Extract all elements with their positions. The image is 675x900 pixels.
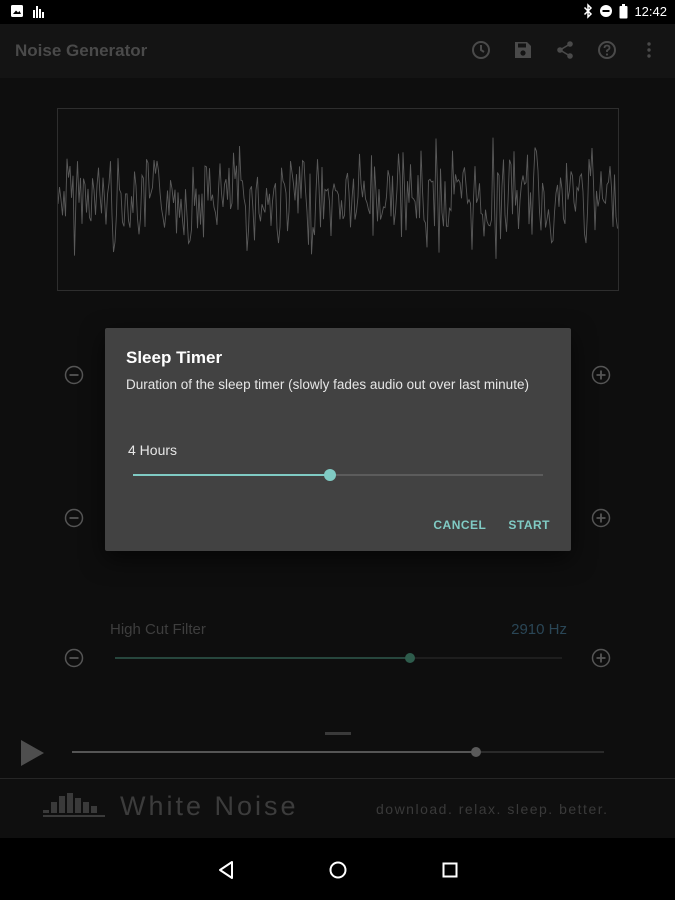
sleep-duration-thumb[interactable] — [323, 469, 336, 481]
playback-progress-bar[interactable] — [72, 747, 604, 757]
image-notification-icon — [11, 5, 23, 17]
start-button[interactable]: START — [508, 518, 550, 532]
back-button[interactable] — [214, 858, 238, 882]
save-button[interactable] — [511, 38, 535, 62]
play-button[interactable] — [18, 738, 46, 768]
back-icon — [219, 861, 233, 879]
sleep-duration-fill — [133, 474, 330, 476]
bluetooth-icon — [584, 3, 593, 19]
banner-title: White Noise — [120, 791, 299, 821]
decrease-button-2[interactable] — [64, 508, 84, 528]
filter-increase-button[interactable] — [591, 648, 611, 668]
battery-icon — [619, 3, 628, 18]
recents-icon — [442, 862, 458, 878]
status-time: 12:42 — [634, 3, 667, 19]
waveform-line — [57, 137, 618, 259]
more-vert-icon — [647, 42, 651, 58]
filter-slider-thumb[interactable] — [405, 653, 416, 663]
more-options-button[interactable] — [637, 38, 661, 62]
filter-slider[interactable] — [115, 653, 562, 663]
equalizer-notification-icon — [33, 6, 44, 18]
decrease-button-1[interactable] — [64, 365, 84, 385]
recents-button[interactable] — [438, 858, 462, 882]
help-icon — [598, 41, 616, 59]
banner-tagline: download. relax. sleep. better. — [376, 801, 609, 817]
increase-button-2[interactable] — [591, 508, 611, 528]
timer-icon — [472, 41, 490, 59]
waveform-graph — [57, 137, 618, 259]
sleep-duration-value: 4 Hours — [128, 442, 178, 458]
white-noise-banner[interactable]: White Noise download. relax. sleep. bett… — [0, 778, 675, 838]
dialog-message: Duration of the sleep timer (slowly fade… — [126, 377, 529, 392]
save-icon — [515, 42, 531, 58]
home-icon — [329, 861, 347, 879]
help-button[interactable] — [595, 38, 619, 62]
cancel-button[interactable]: CANCEL — [433, 518, 486, 532]
app-toolbar: Noise Generator — [0, 24, 675, 78]
share-button[interactable] — [553, 38, 577, 62]
dialog-title: Sleep Timer — [126, 348, 223, 367]
increase-button-1[interactable] — [591, 365, 611, 385]
filter-label: High Cut Filter — [110, 621, 206, 638]
filter-value: 2910 Hz — [511, 621, 567, 638]
filter-slider-fill — [115, 657, 411, 659]
sleep-duration-slider[interactable] — [133, 469, 543, 481]
app-title: Noise Generator — [15, 41, 148, 60]
do-not-disturb-icon — [600, 5, 613, 17]
drag-handle[interactable] — [325, 732, 351, 735]
status-right: 12:42 — [583, 3, 667, 19]
sleep-timer-dialog: Sleep Timer Duration of the sleep timer … — [105, 328, 571, 551]
timer-button[interactable] — [469, 38, 493, 62]
filter-decrease-button[interactable] — [64, 648, 84, 668]
playback-progress-fill — [72, 751, 477, 753]
navigation-bar — [0, 838, 675, 900]
dialog-actions: CANCEL START — [433, 518, 550, 532]
white-noise-logo-icon — [43, 793, 105, 817]
waveform-display — [57, 108, 619, 291]
status-bar: 12:42 — [0, 0, 675, 24]
home-button[interactable] — [326, 858, 350, 882]
toolbar-actions — [469, 38, 661, 62]
status-left-icons — [10, 4, 46, 18]
share-icon — [557, 41, 573, 59]
